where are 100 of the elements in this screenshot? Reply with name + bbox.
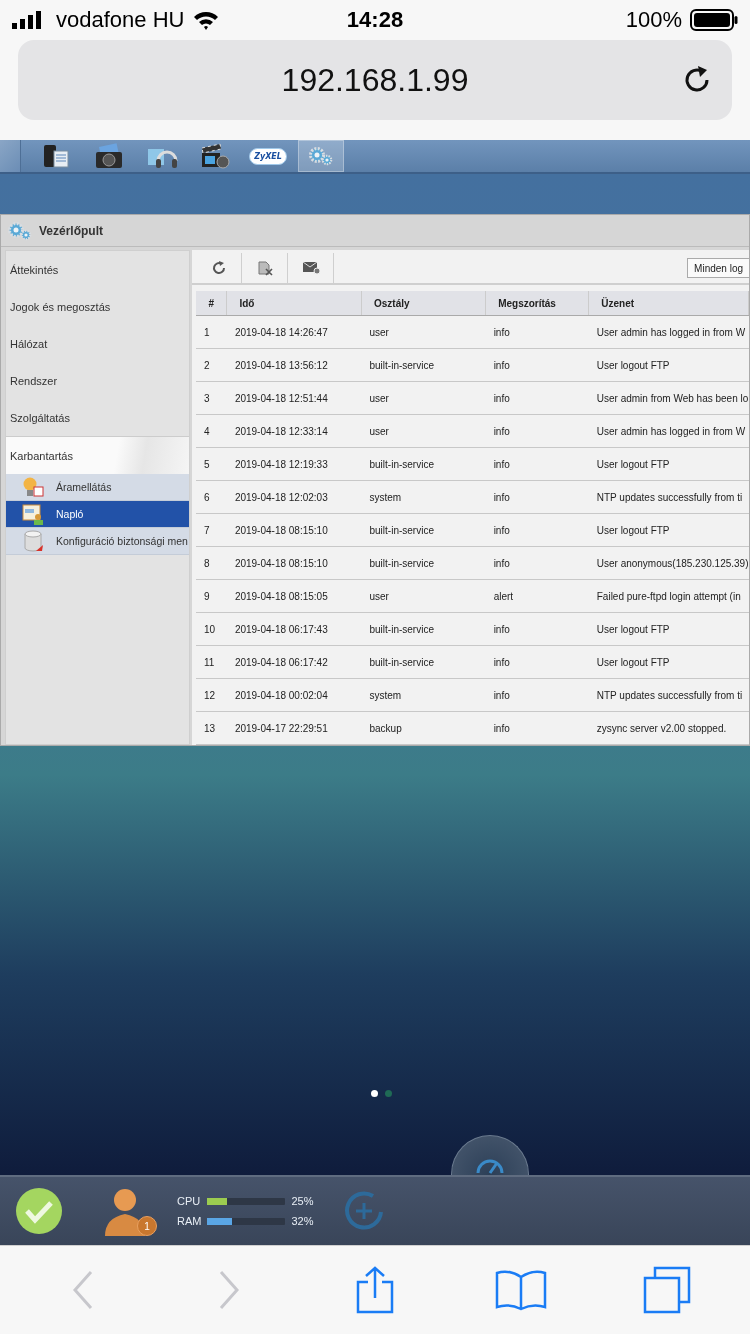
table-cell: built-in-service: [361, 513, 486, 547]
table-cell: info: [485, 678, 589, 712]
battery-percent: 100%: [625, 7, 682, 33]
lightbulb-icon: [22, 476, 44, 498]
table-cell: NTP updates successfully from ti: [588, 480, 749, 514]
share-icon: [355, 1266, 395, 1314]
log-window-icon: [22, 503, 44, 525]
table-cell: User logout FTP: [588, 447, 749, 481]
table-cell: 2019-04-18 06:17:42: [226, 645, 362, 679]
table-cell: info: [485, 546, 589, 580]
table-cell: User logout FTP: [588, 645, 749, 679]
table-cell: info: [485, 447, 589, 481]
table-cell: system: [361, 480, 486, 514]
table-cell: user: [361, 579, 486, 613]
table-cell: user: [361, 414, 486, 448]
table-cell: 2019-04-18 08:15:05: [226, 579, 362, 613]
sidebar-subitem[interactable]: Napló: [6, 501, 189, 528]
table-cell: 2: [196, 348, 227, 382]
table-cell: built-in-service: [361, 546, 486, 580]
log-filter-dropdown[interactable]: Minden log: [687, 258, 749, 278]
refresh-icon: [210, 260, 227, 276]
page-dot[interactable]: [370, 1090, 378, 1097]
clear-document-icon: [256, 260, 273, 276]
table-cell: 8: [196, 546, 227, 580]
meter-reading: 32%: [291, 1215, 314, 1227]
column-header: Idő: [226, 291, 362, 316]
sidebar-item[interactable]: Hálózat: [6, 325, 189, 362]
server-icon: [41, 143, 71, 169]
column-header: Üzenet: [588, 291, 749, 316]
table-cell: info: [485, 348, 589, 382]
table-cell: User logout FTP: [588, 348, 749, 382]
mail-icon: [301, 261, 320, 275]
table-cell: Failed pure-ftpd login attempt (in: [588, 579, 749, 613]
subitem-label: Konfiguráció biztonsági men: [56, 535, 188, 547]
sidebar-item[interactable]: Áttekintés: [6, 251, 189, 288]
table-cell: zysync server v2.00 stopped.: [588, 711, 749, 745]
table-cell: 2019-04-18 12:19:33: [226, 447, 362, 481]
table-cell: 2019-04-17 22:29:51: [226, 711, 362, 745]
table-cell: info: [485, 645, 589, 679]
table-cell: User anonymous(185.230.125.39): [588, 546, 749, 580]
carrier-name: vodafone HU: [56, 7, 185, 33]
table-cell: alert: [485, 579, 589, 613]
sidebar-item[interactable]: Szolgáltatás: [6, 399, 189, 436]
sidebar-item[interactable]: Jogok és megosztás: [6, 288, 189, 325]
table-cell: User logout FTP: [588, 612, 749, 646]
table-cell: User admin has logged in from W: [588, 414, 749, 448]
table-cell: 2019-04-18 13:56:12: [226, 348, 362, 382]
book-icon: [495, 1269, 547, 1311]
table-cell: 5: [196, 447, 227, 481]
gears-icon: [7, 220, 33, 241]
cloud-logo: ZyXEL: [249, 147, 287, 165]
meter-label: RAM: [177, 1215, 202, 1227]
table-cell: 9: [196, 579, 227, 613]
table-cell: NTP updates successfully from ti: [588, 678, 749, 712]
sidebar-subitem[interactable]: Áramellátás: [6, 474, 189, 501]
column-header: Megszorítás: [485, 291, 589, 316]
table-cell: info: [485, 711, 589, 745]
column-header: #: [196, 291, 227, 316]
table-cell: built-in-service: [361, 447, 486, 481]
wifi-icon: [192, 10, 221, 30]
table-cell: built-in-service: [361, 645, 486, 679]
table-cell: built-in-service: [361, 612, 486, 646]
subitem-label: Áramellátás: [56, 481, 112, 493]
table-cell: 2019-04-18 08:15:10: [226, 513, 362, 547]
table-cell: 3: [196, 381, 227, 415]
table-cell: 13: [196, 711, 227, 745]
table-cell: user: [361, 381, 486, 415]
sidebar-subitem[interactable]: Konfiguráció biztonsági men: [6, 528, 189, 555]
subitem-label: Napló: [56, 508, 84, 520]
table-cell: 2019-04-18 14:26:47: [226, 315, 362, 349]
meter-reading: 25%: [291, 1195, 314, 1207]
column-header: Osztály: [361, 291, 486, 316]
page-dot[interactable]: [384, 1090, 392, 1097]
address-field[interactable]: 192.168.1.99: [18, 40, 732, 120]
table-cell: info: [485, 612, 589, 646]
table-cell: 2019-04-18 12:51:44: [226, 381, 362, 415]
table-cell: 6: [196, 480, 227, 514]
table-cell: 2019-04-18 06:17:43: [226, 612, 362, 646]
window-title: Vezérlőpult: [39, 223, 103, 238]
table-cell: 2019-04-18 12:02:03: [226, 480, 362, 514]
sidebar-item[interactable]: Karbantartás: [6, 436, 189, 474]
table-cell: User logout FTP: [588, 513, 749, 547]
sidebar-item[interactable]: Rendszer: [6, 362, 189, 399]
tabs-icon: [643, 1266, 691, 1314]
table-cell: backup: [361, 711, 486, 745]
table-cell: info: [485, 315, 589, 349]
table-cell: 2019-04-18 12:33:14: [226, 414, 362, 448]
taskbar-app[interactable]: ZyXEL: [245, 140, 291, 172]
table-cell: user: [361, 315, 486, 349]
camera-icon: [94, 143, 124, 169]
table-cell: 2019-04-18 08:15:10: [226, 546, 362, 580]
meter-label: CPU: [177, 1195, 202, 1207]
table-cell: 11: [196, 645, 227, 679]
table-cell: 7: [196, 513, 227, 547]
gears-icon: [308, 146, 334, 166]
taskbar-handle[interactable]: [0, 140, 21, 172]
table-cell: info: [485, 381, 589, 415]
table-cell: built-in-service: [361, 348, 486, 382]
table-cell: 2019-04-18 00:02:04: [226, 678, 362, 712]
table-cell: User admin has logged in from W: [588, 315, 749, 349]
